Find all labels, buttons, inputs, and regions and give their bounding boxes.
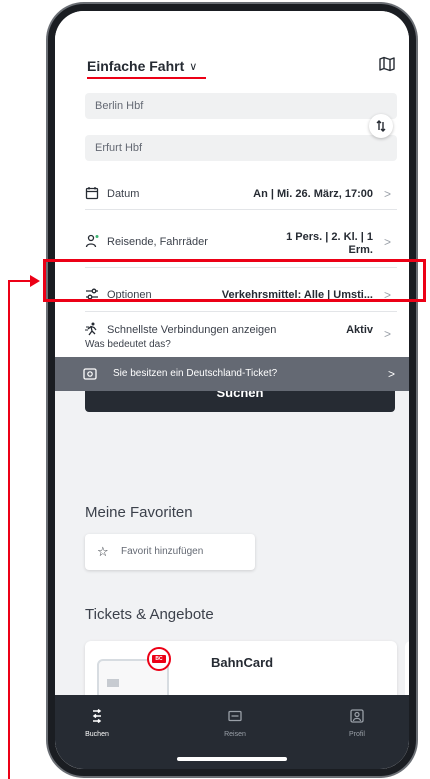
bottom-tab-bar: Buchen Reisen Profil: [55, 695, 409, 769]
deutschland-ticket-banner[interactable]: Sie besitzen ein Deutschland-Ticket? >: [55, 357, 409, 391]
chevron-right-icon: >: [383, 187, 391, 201]
chevron-down-icon: ∨: [189, 61, 198, 73]
swap-stations-button[interactable]: [369, 114, 393, 138]
travellers-value-line1: 1 Pers. | 2. Kl. | 1: [286, 231, 373, 243]
tickets-title: Tickets & Angebote: [85, 606, 214, 623]
person-icon: [85, 234, 99, 248]
from-station-field[interactable]: Berlin Hbf: [85, 93, 397, 119]
date-row[interactable]: Datum An | Mi. 26. März, 17:00 >: [85, 181, 397, 209]
deutschland-ticket-text: Sie besitzen ein Deutschland-Ticket?: [113, 368, 278, 379]
tab-reisen-label: Reisen: [224, 731, 246, 738]
fast-connections-value: Aktiv: [346, 324, 373, 336]
annotation-line: [8, 280, 10, 779]
travellers-value-line2: Erm.: [348, 244, 373, 256]
trip-type-selector[interactable]: Einfache Fahrt ∨: [87, 58, 197, 74]
to-station-field[interactable]: Erfurt Hbf: [85, 135, 397, 161]
tab-buchen-label: Buchen: [85, 731, 109, 738]
calendar-icon: [85, 187, 99, 200]
trip-header: Einfache Fahrt ∨: [55, 11, 409, 79]
runner-icon: [85, 322, 97, 336]
home-indicator[interactable]: [177, 757, 287, 761]
map-icon[interactable]: [379, 56, 395, 72]
route-icon: [92, 709, 102, 723]
tab-buchen[interactable]: Buchen: [67, 709, 127, 738]
bahncard-title: BahnCard: [211, 655, 274, 670]
chevron-right-icon: >: [383, 235, 391, 249]
tab-profil-label: Profil: [349, 731, 365, 738]
chevron-right-icon: >: [383, 327, 391, 341]
bahncard-badge-icon: BC: [147, 647, 171, 671]
travellers-value: 1 Pers. | 2. Kl. | 1 Erm.: [286, 231, 373, 257]
fast-connections-label: Schnellste Verbindungen anzeigen: [107, 324, 277, 336]
ticket-question-icon: [83, 368, 97, 380]
swap-icon: [376, 120, 386, 132]
divider: [85, 311, 397, 312]
options-highlight-box: [43, 259, 426, 302]
annotation-arrow-icon: [30, 275, 40, 287]
ticket-icon: [228, 710, 242, 722]
date-label: Datum: [107, 188, 140, 200]
trip-type-label: Einfache Fahrt: [87, 58, 185, 74]
add-favourite-button[interactable]: ☆ Favorit hinzufügen: [85, 534, 255, 570]
travellers-row[interactable]: Reisende, Fahrräder 1 Pers. | 2. Kl. | 1…: [85, 229, 397, 261]
add-favourite-label: Favorit hinzufügen: [121, 546, 204, 557]
tab-reisen[interactable]: Reisen: [205, 709, 265, 738]
star-icon: ☆: [97, 544, 109, 559]
favourites-title: Meine Favoriten: [85, 504, 193, 521]
card-chip: [107, 679, 119, 687]
bahncard-badge-text: BC: [152, 655, 166, 663]
search-form: Berlin Hbf Erfurt Hbf Datum An | Mi. 26.…: [55, 79, 409, 412]
profile-icon: [350, 709, 364, 723]
phone-frame: Einfache Fahrt ∨ Berlin Hbf Erfurt Hbf Da…: [48, 4, 416, 776]
faq-link[interactable]: Was bedeutet das?: [85, 339, 171, 350]
app-screen: Einfache Fahrt ∨ Berlin Hbf Erfurt Hbf Da…: [55, 11, 409, 769]
date-value: An | Mi. 26. März, 17:00: [253, 188, 373, 200]
tab-profil[interactable]: Profil: [327, 709, 387, 738]
travellers-label: Reisende, Fahrräder: [107, 236, 208, 248]
divider: [85, 209, 397, 210]
chevron-right-icon: >: [387, 367, 395, 381]
